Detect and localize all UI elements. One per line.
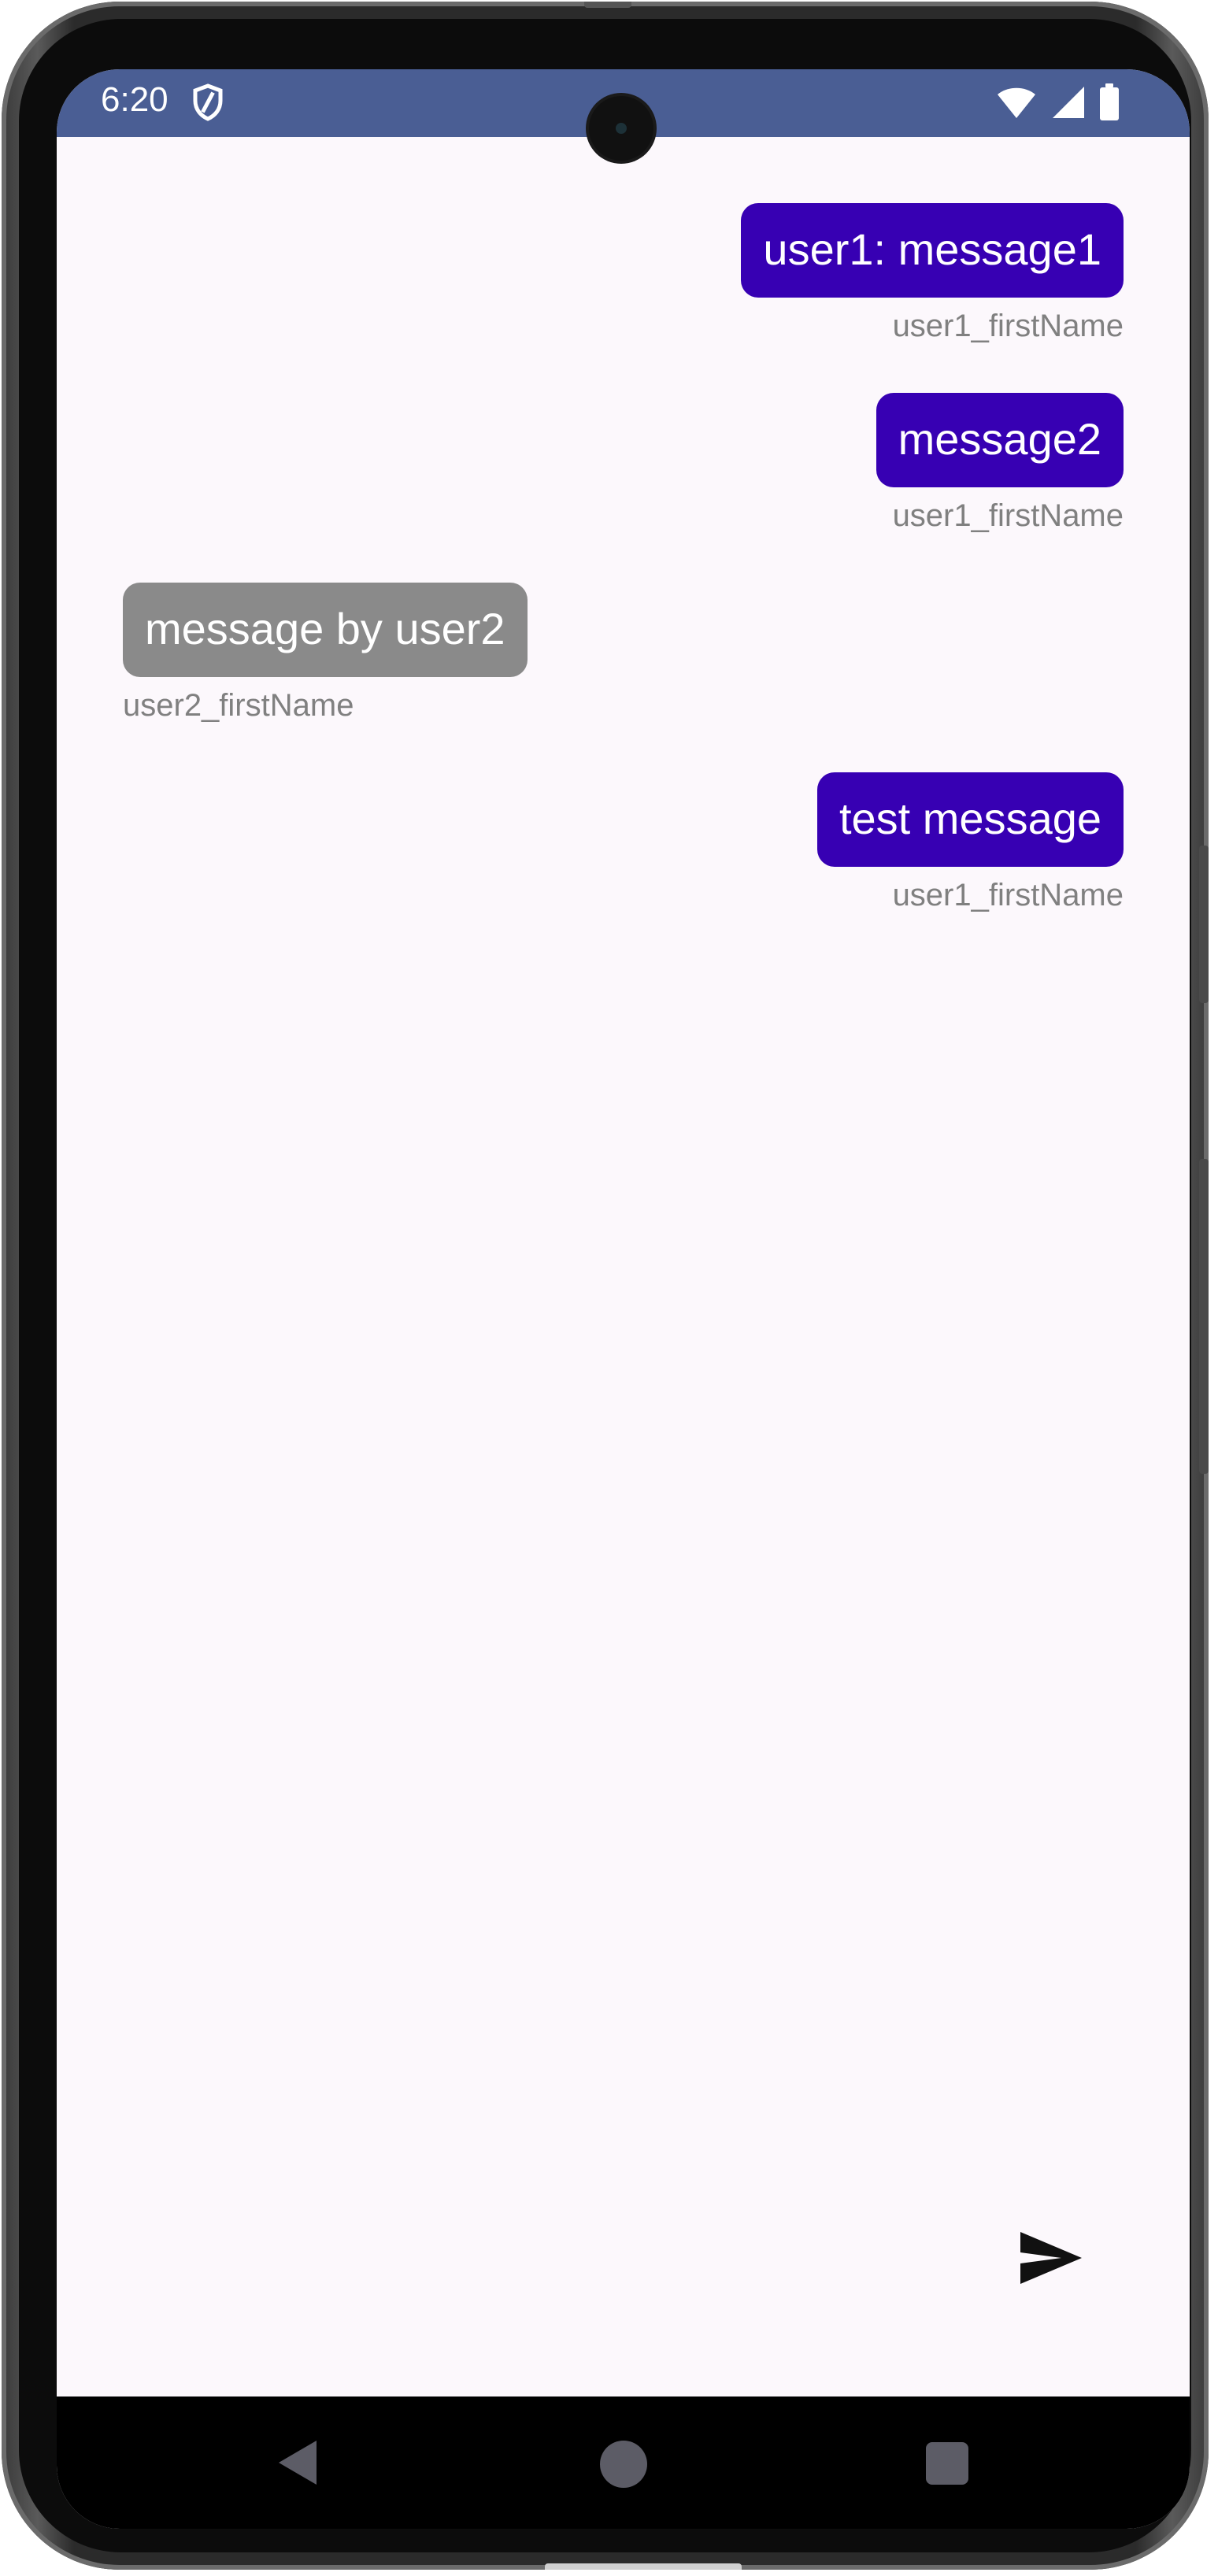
status-time: 6:20 <box>101 80 168 119</box>
message-sender: user1_firstName <box>892 309 1124 343</box>
device-frame: 6:20 user1: message1 user1_firstName mes… <box>0 0 1218 2576</box>
cellular-signal-icon <box>1053 87 1084 118</box>
top-edge-detail <box>584 2 631 8</box>
send-icon[interactable] <box>1016 2223 1087 2293</box>
bezel: 6:20 user1: message1 user1_firstName mes… <box>19 19 1191 2552</box>
back-triangle-icon[interactable] <box>274 2437 321 2488</box>
recent-square-icon[interactable] <box>926 2442 968 2485</box>
message-bubble[interactable]: test message <box>816 772 1124 867</box>
screen: 6:20 user1: message1 user1_firstName mes… <box>57 69 1190 2529</box>
battery-icon <box>1100 83 1119 120</box>
message-item: test message user1_firstName <box>816 772 1124 913</box>
power-button <box>1199 1159 1209 1474</box>
message-item: message2 user1_firstName <box>876 393 1124 534</box>
message-bubble[interactable]: user1: message1 <box>741 203 1124 298</box>
status-icons <box>996 83 1120 121</box>
message-bubble[interactable]: message by user2 <box>123 583 528 677</box>
message-sender: user1_firstName <box>892 498 1124 533</box>
shield-icon <box>193 83 223 121</box>
chat-message-list[interactable]: user1: message1 user1_firstName message2… <box>57 137 1190 2396</box>
message-sender: user2_firstName <box>123 688 354 723</box>
message-sender: user1_firstName <box>892 878 1124 912</box>
message-item: user1: message1 user1_firstName <box>741 203 1124 344</box>
navigation-bar <box>57 2396 1190 2529</box>
wifi-icon <box>998 87 1035 118</box>
message-item: message by user2 user2_firstName <box>123 583 528 724</box>
home-circle-icon[interactable] <box>600 2441 647 2488</box>
message-bubble[interactable]: message2 <box>876 393 1124 487</box>
phone-body: 6:20 user1: message1 user1_firstName mes… <box>2 2 1209 2570</box>
bottom-edge-detail <box>545 2563 742 2570</box>
volume-button <box>1199 846 1209 1003</box>
